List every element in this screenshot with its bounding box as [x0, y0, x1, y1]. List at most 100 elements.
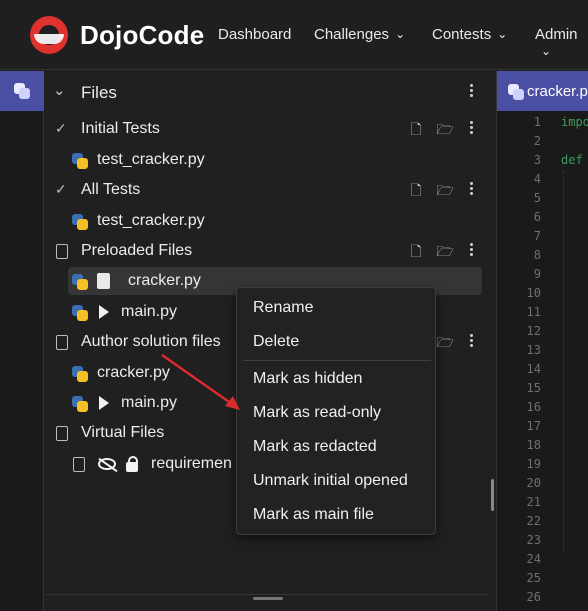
code-line-1: impo — [561, 115, 588, 129]
line-number: 17 — [526, 419, 541, 433]
nav-dashboard-label: Dashboard — [218, 26, 292, 43]
line-number: 13 — [526, 343, 541, 357]
line-number: 8 — [533, 248, 541, 262]
line-number: 14 — [526, 362, 541, 376]
menu-mark-read-only[interactable]: Mark as read-only — [253, 404, 381, 422]
double-check-icon: ✓ — [55, 181, 67, 197]
line-number: 20 — [526, 476, 541, 490]
line-number: 21 — [526, 495, 541, 509]
python-file-icon — [71, 213, 89, 231]
file-icon — [73, 457, 85, 472]
line-number: 24 — [526, 552, 541, 566]
resize-handle[interactable] — [253, 597, 283, 600]
context-menu: Rename Delete Mark as hidden Mark as rea… — [236, 287, 436, 535]
menu-unmark-initial-opened[interactable]: Unmark initial opened — [253, 472, 408, 490]
line-number: 1 — [533, 115, 541, 129]
file-icon — [56, 335, 68, 350]
new-folder-icon[interactable]: 🗁 — [436, 333, 454, 351]
section-label: Virtual Files — [81, 424, 165, 441]
line-number: 19 — [526, 457, 541, 471]
menu-mark-redacted[interactable]: Mark as redacted — [253, 438, 377, 456]
code-editor[interactable]: cracker.py impo def 12345678910111213141… — [496, 71, 588, 611]
new-file-icon[interactable]: 🗋 — [407, 242, 425, 260]
lock-icon — [126, 456, 138, 472]
chevron-down-icon: ⌄ — [541, 44, 552, 58]
section-label: Author solution files — [81, 333, 221, 350]
menu-delete[interactable]: Delete — [253, 333, 299, 351]
new-file-icon[interactable]: 🗋 — [407, 120, 425, 138]
nav-challenges-label: Challenges — [314, 26, 390, 43]
chevron-down-icon: ⌄ — [497, 27, 508, 41]
file-icon — [56, 426, 68, 441]
top-navbar: DojoCode Dashboard Challenges ⌄ Contests ⌄… — [0, 0, 588, 70]
file-name: test_cracker.py — [97, 212, 205, 229]
file-icon — [56, 244, 68, 259]
code-line-3: def — [561, 153, 583, 167]
more-options-icon[interactable] — [466, 241, 476, 261]
panel-divider — [45, 594, 489, 595]
line-number: 15 — [526, 381, 541, 395]
more-options-icon[interactable] — [466, 119, 476, 139]
line-number: 10 — [526, 286, 541, 300]
chevron-down-icon[interactable]: ⌄ — [53, 81, 66, 99]
file-name: test_cracker.py — [97, 151, 205, 168]
new-file-icon[interactable]: 🗋 — [407, 181, 425, 199]
python-icon — [507, 83, 525, 101]
nav-admin-label: Admin — [535, 26, 578, 43]
editor-tab[interactable]: cracker.py — [497, 71, 588, 111]
eye-off-icon — [98, 458, 116, 470]
dojocode-logo[interactable] — [30, 16, 68, 54]
section-initial-tests[interactable]: ✓ Initial Tests 🗋 🗁 — [45, 114, 489, 144]
new-folder-icon[interactable]: 🗁 — [436, 242, 454, 260]
menu-separator — [243, 360, 431, 361]
python-language-tab[interactable] — [0, 71, 44, 111]
section-label: All Tests — [81, 181, 141, 198]
section-preloaded-files[interactable]: Preloaded Files 🗋 🗁 — [45, 236, 489, 266]
more-options-icon[interactable] — [466, 180, 476, 200]
line-number: 3 — [533, 153, 541, 167]
checkmark-icon: ✓ — [55, 120, 67, 136]
python-file-icon — [71, 395, 89, 413]
nav-dashboard[interactable]: Dashboard — [218, 26, 291, 43]
file-name: cracker.py — [128, 272, 201, 289]
menu-rename[interactable]: Rename — [253, 299, 313, 317]
chevron-down-icon: ⌄ — [395, 27, 406, 41]
python-file-icon — [71, 304, 89, 322]
line-number: 6 — [533, 210, 541, 224]
line-number: 16 — [526, 400, 541, 414]
vertical-scrollbar[interactable] — [491, 479, 494, 511]
new-folder-icon[interactable]: 🗁 — [436, 181, 454, 199]
section-label: Initial Tests — [81, 120, 160, 137]
files-header[interactable]: ⌄ Files — [45, 77, 489, 107]
python-file-icon — [71, 152, 89, 170]
line-number: 5 — [533, 191, 541, 205]
file-name: requiremen — [151, 455, 232, 472]
line-number: 7 — [533, 229, 541, 243]
brand-name[interactable]: DojoCode — [80, 20, 204, 51]
indent-guide — [563, 171, 564, 551]
menu-mark-hidden[interactable]: Mark as hidden — [253, 370, 362, 388]
play-icon — [99, 305, 109, 319]
play-icon — [99, 396, 109, 410]
file-item[interactable]: test_cracker.py — [45, 145, 489, 175]
line-number: 22 — [526, 514, 541, 528]
nav-contests-label: Contests — [432, 26, 492, 43]
python-icon — [13, 82, 31, 100]
line-number: 11 — [526, 305, 541, 319]
editor-tab-label: cracker.py — [527, 83, 588, 100]
line-number: 9 — [533, 267, 541, 281]
file-item[interactable]: test_cracker.py — [45, 206, 489, 236]
files-more-icon[interactable] — [466, 82, 476, 102]
nav-challenges[interactable]: Challenges ⌄ — [314, 26, 405, 43]
more-options-icon[interactable] — [466, 332, 476, 352]
nav-admin[interactable]: Admin⌄ — [535, 26, 588, 60]
file-name: cracker.py — [97, 364, 170, 381]
line-number: 2 — [533, 134, 541, 148]
python-file-icon — [71, 365, 89, 383]
menu-mark-main-file[interactable]: Mark as main file — [253, 506, 374, 524]
new-folder-icon[interactable]: 🗁 — [436, 120, 454, 138]
language-strip — [0, 71, 44, 611]
editable-file-icon — [97, 273, 110, 289]
nav-contests[interactable]: Contests ⌄ — [432, 26, 507, 43]
section-all-tests[interactable]: ✓ All Tests 🗋 🗁 — [45, 175, 489, 205]
